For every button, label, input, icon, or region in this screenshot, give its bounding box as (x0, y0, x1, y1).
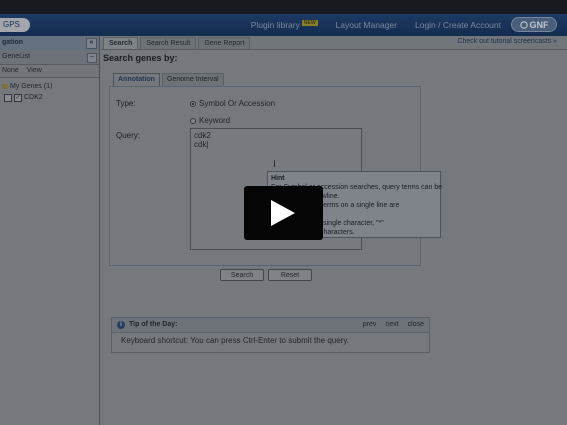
genelist-toolbar: None View (0, 65, 99, 78)
collapse-panel-button[interactable]: « (86, 38, 97, 49)
search-button[interactable]: Search (220, 269, 264, 281)
search-subtabs: Annotation Genome Interval (113, 73, 224, 86)
genelist-collapse-button[interactable]: − (87, 53, 97, 63)
view-link[interactable]: View (27, 65, 42, 77)
play-button[interactable] (244, 186, 323, 240)
tip-title: Tip of the Day: (129, 321, 178, 328)
gene-checkbox[interactable]: ✓ (14, 93, 22, 102)
tree-child-label: CDK2 (24, 94, 43, 101)
reset-button[interactable]: Reset (268, 269, 312, 281)
tab-gene-report[interactable]: Gene Report (198, 37, 251, 49)
main-tabs: Search Search Result Gene Report Check o… (101, 36, 567, 50)
tip-prev-link[interactable]: prev (363, 318, 377, 332)
tip-text: Keyboard shortcut: You can press Ctrl-En… (121, 336, 349, 345)
tip-nav: prev next close (363, 318, 424, 332)
logo-text: GPS (3, 20, 20, 29)
tip-next-link[interactable]: next (385, 318, 398, 332)
type-label: Type: (116, 99, 136, 108)
tree-root-label: My Genes (1) (10, 83, 53, 90)
left-panel: gation « GeneList − None View My Genes (… (0, 36, 100, 425)
navigation-header: gation « (0, 36, 99, 50)
tab-annotation[interactable]: Annotation (113, 73, 160, 86)
radio-symbol-dot (190, 100, 196, 107)
radio-symbol[interactable]: Symbol Or Accession (190, 99, 275, 108)
radio-keyword-dot (190, 117, 196, 124)
radio-keyword-label: Keyword (199, 116, 231, 125)
play-icon (271, 200, 295, 226)
tip-of-the-day: i Tip of the Day: prev next close Keyboa… (111, 317, 430, 353)
gnf-swirl-icon (519, 20, 528, 29)
navigation-title: gation (2, 39, 23, 46)
tutorial-link[interactable]: Check out tutorial screencasts » (457, 38, 557, 45)
tab-search-result[interactable]: Search Result (140, 37, 197, 49)
gnf-logo[interactable]: GNF (511, 17, 557, 32)
tab-search[interactable]: Search (103, 37, 139, 49)
radio-keyword[interactable]: Keyword (190, 116, 230, 125)
top-strip (0, 0, 567, 14)
plugin-library-link[interactable]: Plugin library NEW (251, 20, 318, 30)
tip-close-link[interactable]: close (408, 318, 424, 332)
gene-icon (4, 93, 12, 102)
tab-genome-interval[interactable]: Genome Interval (161, 73, 224, 86)
info-icon: i (117, 321, 125, 329)
app-logo[interactable]: GPS (0, 18, 30, 32)
genelist-header: GeneList − (0, 50, 99, 65)
search-title: Search genes by: (103, 53, 178, 63)
gene-tree: My Genes (1) ✓ CDK2 (0, 78, 99, 106)
tree-child[interactable]: ✓ CDK2 (2, 92, 97, 103)
hint-title: Hint (271, 175, 285, 182)
header-bar: GPS Plugin library NEW Layout Manager Log… (0, 14, 567, 36)
tree-root[interactable]: My Genes (1) (2, 81, 97, 92)
folder-icon (2, 84, 8, 89)
plugin-library-label: Plugin library (250, 20, 300, 30)
select-none-link[interactable]: None (2, 65, 19, 77)
tip-header: i Tip of the Day: prev next close (112, 318, 429, 333)
layout-manager-link[interactable]: Layout Manager (336, 20, 397, 30)
radio-symbol-label: Symbol Or Accession (199, 99, 276, 108)
genelist-title: GeneList (2, 53, 31, 60)
login-link[interactable]: Login / Create Account (415, 20, 501, 30)
main-panel: Search Search Result Gene Report Check o… (101, 36, 567, 425)
text-cursor-icon: I (273, 159, 276, 170)
header-links: Plugin library NEW Layout Manager Login /… (251, 14, 501, 36)
new-badge: NEW (301, 20, 318, 26)
query-label: Query: (116, 131, 141, 140)
gnf-text: GNF (529, 19, 549, 30)
